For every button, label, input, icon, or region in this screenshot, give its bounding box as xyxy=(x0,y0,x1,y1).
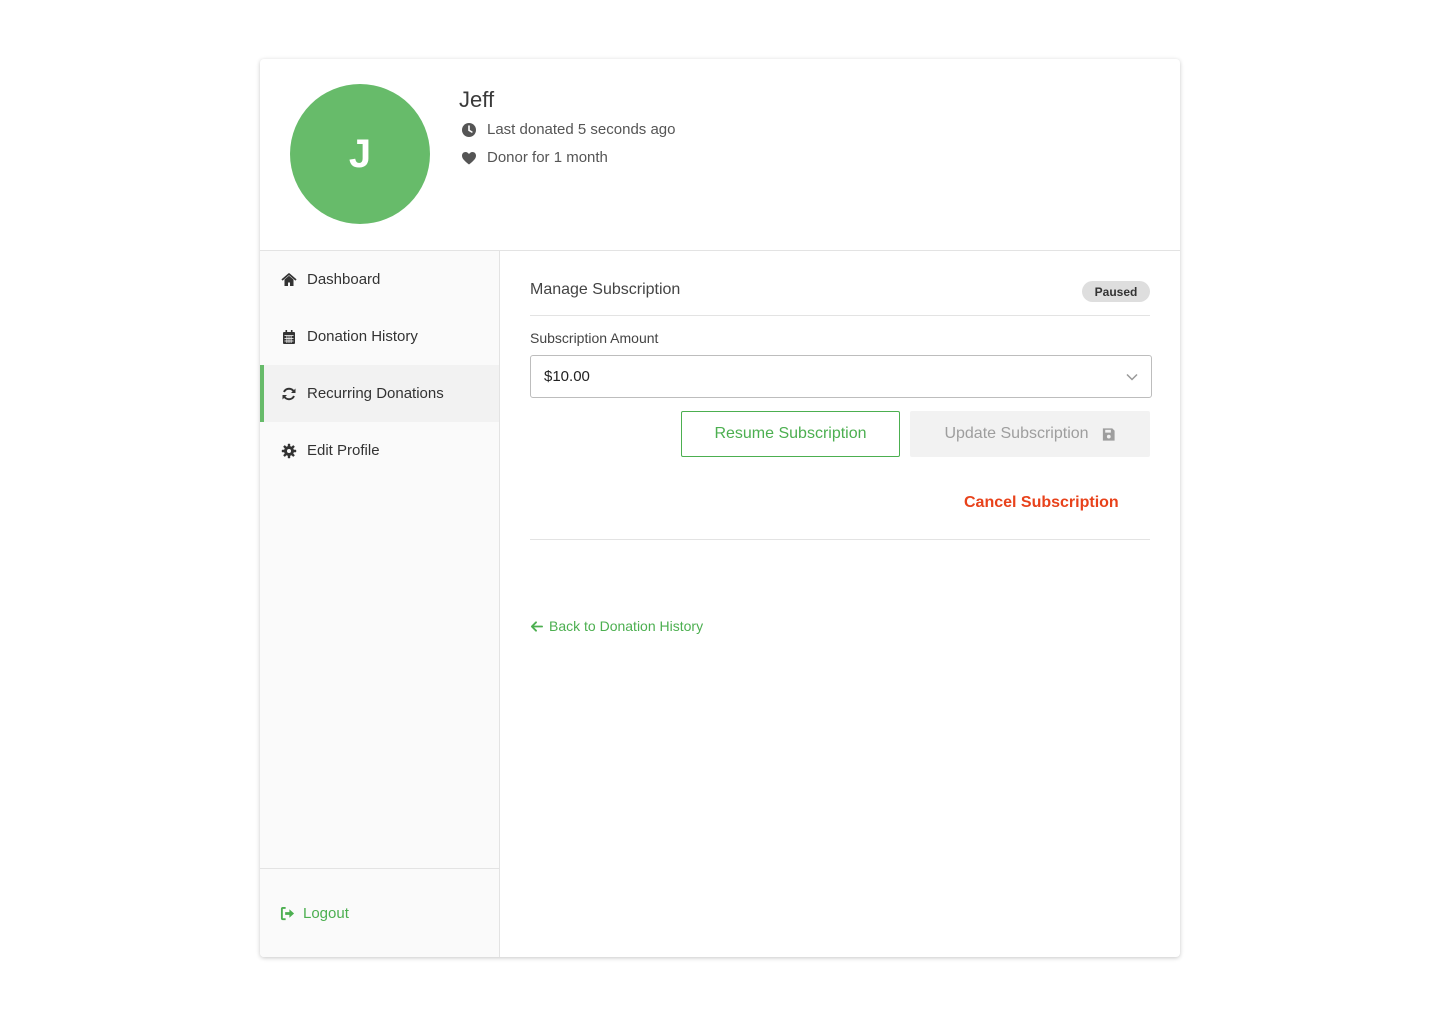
donor-name: Jeff xyxy=(459,87,495,112)
update-subscription-button[interactable]: Update Subscription xyxy=(910,411,1150,457)
donor-since-text: Donor for 1 month xyxy=(487,149,608,166)
sidebar-item-donation-history[interactable]: Donation History xyxy=(260,308,499,365)
logout-label: Logout xyxy=(303,905,349,922)
sidebar-item-label: Donation History xyxy=(307,328,418,345)
chevron-down-icon xyxy=(1125,370,1139,384)
subscription-amount-select[interactable]: $10.00 xyxy=(530,355,1152,398)
clock-icon xyxy=(461,122,477,138)
status-badge: Paused xyxy=(1082,281,1150,302)
sidebar-item-label: Edit Profile xyxy=(307,442,380,459)
sync-icon xyxy=(281,386,297,402)
sidebar: Dashboard Donation History Recurring Don… xyxy=(260,251,500,957)
profile-header: J Jeff Last donated 5 seconds ago Donor … xyxy=(260,59,1180,251)
section-divider xyxy=(530,539,1150,540)
avatar: J xyxy=(290,84,430,224)
resume-subscription-label: Resume Subscription xyxy=(714,425,867,442)
sidebar-divider xyxy=(260,868,499,869)
subscription-amount-label: Subscription Amount xyxy=(530,330,659,346)
resume-subscription-button[interactable]: Resume Subscription xyxy=(681,411,900,457)
sidebar-item-label: Dashboard xyxy=(307,271,381,288)
sidebar-item-dashboard[interactable]: Dashboard xyxy=(260,251,499,308)
update-subscription-label: Update Subscription xyxy=(944,425,1089,442)
last-donated-text: Last donated 5 seconds ago xyxy=(487,121,676,138)
section-title: Manage Subscription xyxy=(530,281,681,298)
logout-link[interactable]: Logout xyxy=(280,905,349,922)
back-to-donation-history-link[interactable]: Back to Donation History xyxy=(530,618,703,634)
sidebar-item-edit-profile[interactable]: Edit Profile xyxy=(260,422,499,479)
save-icon xyxy=(1101,427,1116,442)
last-donated-row: Last donated 5 seconds ago xyxy=(461,121,675,138)
logout-icon xyxy=(280,906,295,921)
donor-since-row: Donor for 1 month xyxy=(461,149,608,166)
back-link-label: Back to Donation History xyxy=(549,618,704,634)
calendar-icon xyxy=(281,329,297,345)
subscription-amount-value: $10.00 xyxy=(544,368,590,385)
heart-icon xyxy=(461,150,477,166)
arrow-left-icon xyxy=(530,620,543,633)
gear-icon xyxy=(281,443,297,459)
sidebar-item-label: Recurring Donations xyxy=(307,385,444,402)
section-divider xyxy=(530,315,1150,316)
cancel-subscription-link[interactable]: Cancel Subscription xyxy=(964,494,1119,512)
sidebar-item-recurring-donations[interactable]: Recurring Donations xyxy=(260,365,499,422)
donor-portal-card: J Jeff Last donated 5 seconds ago Donor … xyxy=(260,59,1180,957)
main-content: Manage Subscription Paused Subscription … xyxy=(500,251,1180,957)
home-icon xyxy=(281,272,297,288)
